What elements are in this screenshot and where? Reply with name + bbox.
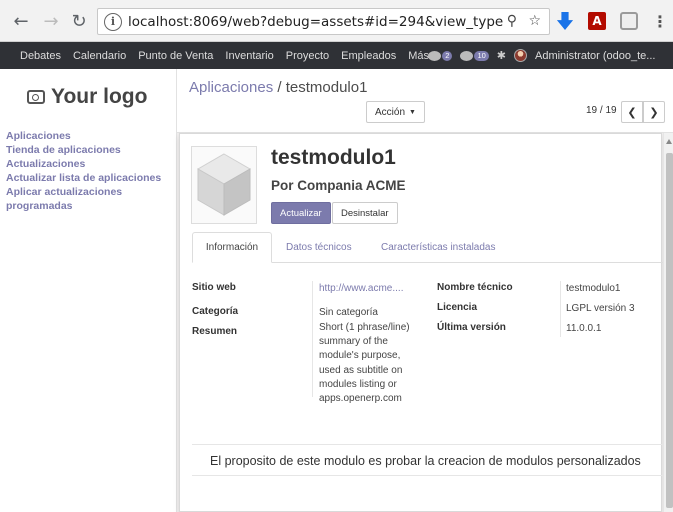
sidebar-item-aplicaciones[interactable]: Aplicaciones — [6, 129, 171, 143]
company-logo[interactable]: Your logo — [27, 85, 147, 109]
module-icon — [191, 146, 257, 224]
field-divider — [312, 281, 313, 397]
technical-name-value: testmodulo1 — [566, 283, 621, 294]
scrollbar-thumb[interactable] — [666, 153, 673, 508]
browser-toolbar: ← → ↻ i localhost:8069/web?debug=assets#… — [0, 0, 673, 42]
action-dropdown[interactable]: Acción ▼ — [366, 101, 425, 123]
breadcrumb-separator: / — [273, 79, 286, 96]
category-label: Categoría — [192, 306, 239, 317]
bookmark-star-icon[interactable]: ☆ — [528, 13, 541, 29]
version-label: Última versión — [437, 322, 506, 333]
menu-proyecto[interactable]: Proyecto — [280, 50, 335, 62]
menu-debates[interactable]: Debates — [0, 50, 67, 62]
tab-caracteristicas-instaladas[interactable]: Características instaladas — [381, 232, 496, 263]
action-label: Acción — [375, 106, 406, 118]
version-value: 11.0.0.1 — [566, 323, 602, 334]
scrollbar[interactable] — [663, 133, 673, 512]
pdf-extension-icon[interactable]: A — [588, 12, 606, 30]
chat-bubble-icon — [428, 50, 442, 61]
control-panel: Aplicaciones / testmodulo1 Acción ▼ 19 /… — [177, 69, 673, 133]
menu-calendario[interactable]: Calendario — [67, 50, 132, 62]
chevron-right-icon: ❯ — [649, 105, 659, 119]
activity-notifications[interactable]: 10 — [460, 50, 489, 61]
pager-value[interactable]: 19 / 19 — [586, 105, 617, 116]
website-label: Sitio web — [192, 282, 236, 293]
cube-extension-icon[interactable] — [620, 12, 638, 30]
back-arrow-icon[interactable]: ← — [8, 8, 34, 34]
license-label: Licencia — [437, 302, 478, 313]
camera-icon — [27, 90, 45, 104]
field-divider — [560, 281, 561, 337]
menu-punto-de-venta[interactable]: Punto de Venta — [132, 50, 219, 62]
forward-arrow-icon[interactable]: → — [38, 8, 64, 34]
form-sheet: testmodulo1 Por Compania ACME Actualizar… — [179, 133, 663, 512]
pager-next-button[interactable]: ❯ — [643, 101, 665, 123]
user-avatar[interactable] — [514, 49, 527, 62]
main-menu-bar: Debates Calendario Punto de Venta Invent… — [0, 42, 673, 69]
breadcrumb-current: testmodulo1 — [285, 79, 368, 96]
sidebar-item-tienda[interactable]: Tienda de aplicaciones — [6, 143, 171, 157]
chat-count-badge: 2 — [442, 50, 453, 61]
caret-down-icon: ▼ — [409, 108, 416, 116]
summary-value: Short (1 phrase/line) summary of the mod… — [319, 322, 410, 405]
zoom-icon[interactable]: ⚲ — [507, 13, 517, 29]
breadcrumb: Aplicaciones / testmodulo1 — [189, 79, 367, 96]
license-value: LGPL versión 3 — [566, 303, 635, 314]
activity-count-badge: 10 — [474, 50, 489, 61]
menu-empleados[interactable]: Empleados — [335, 50, 402, 62]
user-menu[interactable]: Administrator (odoo_te... — [535, 50, 669, 62]
module-description: El proposito de este modulo es probar la… — [210, 454, 641, 468]
tab-datos-tecnicos[interactable]: Datos técnicos — [286, 232, 352, 263]
module-title: testmodulo1 — [271, 146, 396, 169]
scroll-up-icon[interactable] — [666, 139, 672, 144]
download-extension-icon[interactable] — [556, 12, 574, 30]
cube-icon — [196, 153, 252, 216]
category-value: Sin categoría — [319, 307, 378, 318]
module-author: Por Compania ACME — [271, 178, 406, 193]
uninstall-button[interactable]: Desinstalar — [332, 202, 398, 224]
address-bar[interactable]: i localhost:8069/web?debug=assets#id=294… — [97, 8, 550, 35]
website-link[interactable]: http://www.acme.... — [319, 283, 409, 294]
description-box: El proposito de este modulo es probar la… — [192, 444, 663, 476]
summary-label: Resumen — [192, 326, 238, 337]
logo-text: Your logo — [51, 85, 148, 108]
chevron-left-icon: ❮ — [627, 105, 637, 119]
update-button[interactable]: Actualizar — [271, 202, 331, 224]
activity-bubble-icon — [460, 50, 474, 61]
technical-name-label: Nombre técnico — [437, 282, 513, 293]
main-content: Aplicaciones / testmodulo1 Acción ▼ 19 /… — [176, 69, 673, 512]
sidebar: Your logo Aplicaciones Tienda de aplicac… — [0, 69, 176, 512]
sidebar-item-actualizaciones[interactable]: Actualizaciones — [6, 157, 171, 171]
form-tabs: Información Datos técnicos Característic… — [192, 232, 663, 263]
reload-icon[interactable]: ↻ — [66, 8, 92, 34]
sidebar-item-actualizar-lista[interactable]: Actualizar lista de aplicaciones — [6, 171, 171, 185]
tab-informacion[interactable]: Información — [192, 232, 272, 263]
sidebar-menu: Aplicaciones Tienda de aplicaciones Actu… — [6, 129, 171, 213]
site-info-icon[interactable]: i — [104, 12, 122, 31]
browser-menu-icon[interactable]: ⋮ — [652, 12, 668, 31]
debug-bug-icon[interactable]: ✱ — [497, 49, 506, 62]
chat-notifications[interactable]: 2 — [428, 50, 453, 61]
menu-inventario[interactable]: Inventario — [219, 50, 279, 62]
breadcrumb-parent[interactable]: Aplicaciones — [189, 79, 273, 96]
url-text[interactable]: localhost:8069/web?debug=assets#id=294&v… — [128, 14, 503, 30]
sidebar-item-aplicar-actualizaciones[interactable]: Aplicar actualizaciones programadas — [6, 185, 171, 213]
pager-previous-button[interactable]: ❮ — [621, 101, 643, 123]
